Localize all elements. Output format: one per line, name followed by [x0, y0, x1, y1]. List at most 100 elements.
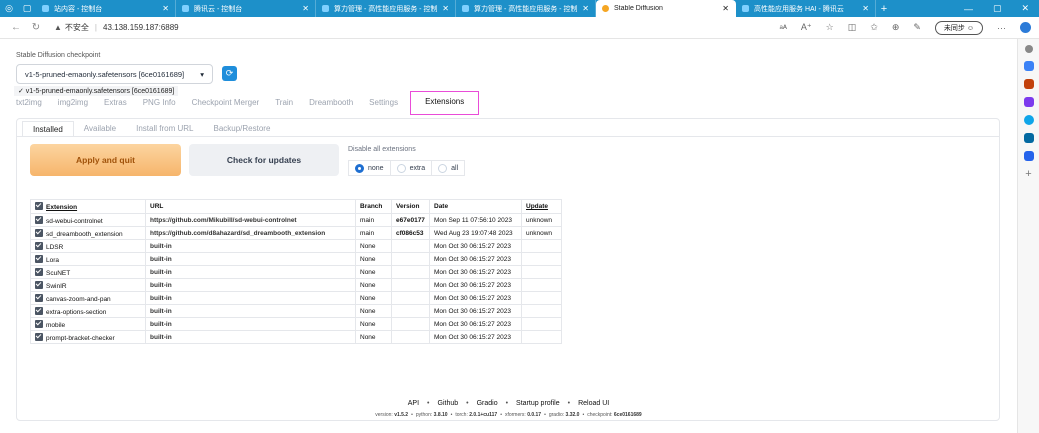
cell-url[interactable]: built-in [145, 330, 356, 344]
enable-checkbox[interactable] [35, 228, 43, 237]
cell-url[interactable]: https://github.com/d8ahazard/sd_dreamboo… [145, 226, 356, 240]
tab-img2img[interactable]: img2img [58, 95, 88, 111]
favorites-bar-icon[interactable]: ✩ [870, 22, 878, 33]
browser-tabbar: ◎ ▢ 站内容 - 控制台 ✕ 腾讯云 - 控制台 ✕ 算力管理 - 高性能应用服务 -… [0, 0, 1039, 17]
tab-extensions[interactable]: Extensions [410, 91, 480, 115]
browser-tab[interactable]: 算力管理 - 高性能应用服务 - 控制台 ✕ [316, 0, 456, 17]
subtab-backup-restore[interactable]: Backup/Restore [203, 121, 280, 137]
footer-link-reload-ui[interactable]: Reload UI [578, 400, 609, 407]
split-screen-icon[interactable]: ◫ [848, 22, 857, 33]
games-icon[interactable] [1023, 97, 1034, 107]
favorite-icon[interactable]: ☆ [826, 22, 834, 33]
enable-checkbox[interactable] [35, 332, 43, 341]
cell-url[interactable]: https://github.com/Mikubill/sd-webui-con… [145, 213, 356, 227]
apply-and-quit-button[interactable]: Apply and quit [30, 144, 181, 176]
radio-dot[interactable] [355, 163, 364, 173]
tab-png-info[interactable]: PNG Info [143, 95, 176, 111]
radio-extra[interactable]: extra [390, 160, 433, 176]
subtab-available[interactable]: Available [74, 121, 126, 137]
close-tab-icon[interactable]: ✕ [722, 4, 729, 13]
checkpoint-select[interactable]: v1-5-pruned-emaonly.safetensors [6ce0161… [16, 64, 213, 84]
cell-url[interactable]: built-in [145, 239, 356, 253]
cell-url[interactable]: built-in [145, 317, 356, 331]
collections-icon[interactable]: ⊕ [892, 22, 900, 33]
cell-update: unknown [521, 226, 562, 240]
enable-checkbox[interactable] [35, 280, 43, 289]
close-tab-icon[interactable]: ✕ [302, 4, 309, 13]
extensions-icon[interactable]: ✎ [913, 22, 921, 33]
add-sidebar-icon[interactable]: + [1025, 169, 1031, 180]
close-tab-icon[interactable]: ✕ [162, 4, 169, 13]
refresh-checkpoint-button[interactable]: ⟳ [222, 66, 237, 81]
search-icon[interactable] [1024, 45, 1033, 53]
enable-checkbox[interactable] [35, 267, 43, 276]
copilot-icon[interactable] [1020, 22, 1031, 33]
radio-none[interactable]: none [348, 160, 391, 176]
close-tab-icon[interactable]: ✕ [582, 4, 589, 13]
tab-extras[interactable]: Extras [104, 95, 127, 111]
enable-checkbox[interactable] [35, 254, 43, 263]
back-icon[interactable]: ← [8, 22, 24, 33]
enable-checkbox[interactable] [35, 293, 43, 302]
maximize-icon[interactable]: ▢ [993, 3, 1002, 14]
radio-dot[interactable] [438, 163, 448, 173]
table-row: LDSR built-in None Mon Oct 30 06:15:27 2023 [30, 239, 562, 253]
cell-url[interactable]: built-in [145, 291, 356, 305]
header-update[interactable]: Update [521, 199, 562, 214]
office-icon[interactable] [1023, 115, 1034, 125]
footer-link-github[interactable]: Github [438, 400, 459, 407]
enable-checkbox[interactable] [35, 319, 43, 328]
tab-txt2img[interactable]: txt2img [16, 95, 42, 111]
browser-tab[interactable]: Stable Diffusion ✕ [596, 0, 736, 17]
tab-train[interactable]: Train [275, 95, 293, 111]
cell-version [391, 291, 430, 305]
browser-tab[interactable]: 高性能应用服务 HAI - 腾讯云 ✕ [736, 0, 876, 17]
outlook-icon[interactable] [1023, 133, 1034, 143]
subtab-installed[interactable]: Installed [22, 121, 74, 137]
tab-label: 腾讯云 - 控制台 [194, 5, 243, 13]
tab-dreambooth[interactable]: Dreambooth [309, 95, 353, 111]
shopping-icon[interactable] [1023, 61, 1034, 71]
radio-all[interactable]: all [432, 160, 466, 176]
browser-tab[interactable]: 腾讯云 - 控制台 ✕ [176, 0, 316, 17]
enable-checkbox[interactable] [35, 241, 43, 250]
footer-link-startup-profile[interactable]: Startup profile [516, 400, 560, 407]
new-tab-icon[interactable]: + [876, 0, 892, 17]
cell-url[interactable]: built-in [145, 265, 356, 279]
tools-icon[interactable] [1023, 79, 1034, 89]
cell-url[interactable]: built-in [145, 278, 356, 292]
url-field[interactable]: 43.138.159.187:6889 [103, 23, 179, 32]
browser-profile-icon[interactable]: ◎ [0, 0, 18, 17]
radio-dot[interactable] [396, 163, 406, 173]
tab-actions-icon[interactable]: ▢ [18, 0, 36, 17]
tab-settings[interactable]: Settings [369, 95, 398, 111]
footer-separator: • [450, 412, 453, 418]
browser-tab[interactable]: 算力管理 - 高性能应用服务 - 控制台 ✕ [456, 0, 596, 17]
close-window-icon[interactable]: ✕ [1021, 3, 1029, 14]
more-icon[interactable]: ··· [997, 23, 1006, 33]
close-tab-icon[interactable]: ✕ [862, 4, 869, 13]
cell-date: Mon Oct 30 06:15:27 2023 [429, 291, 522, 305]
sync-button[interactable]: 未同步 ☺ [934, 20, 983, 35]
close-tab-icon[interactable]: ✕ [442, 4, 449, 13]
header-extension[interactable]: Extension [30, 199, 146, 214]
subtab-install-from-url[interactable]: Install from URL [126, 121, 203, 137]
tab-favicon-icon [322, 5, 329, 12]
tab-checkpoint-merger[interactable]: Checkpoint Merger [192, 95, 260, 111]
refresh-icon[interactable]: ↻ [28, 22, 44, 33]
read-aloud-icon[interactable]: ᵃᴬ [779, 23, 786, 33]
security-indicator[interactable]: ▲ 不安全 [54, 22, 89, 33]
enable-checkbox[interactable] [35, 215, 43, 224]
minimize-icon[interactable]: — [964, 4, 973, 14]
send-icon[interactable] [1023, 151, 1034, 161]
footer-link-gradio[interactable]: Gradio [477, 400, 498, 407]
cell-url[interactable]: built-in [145, 304, 356, 318]
cell-date: Mon Oct 30 06:15:27 2023 [429, 239, 522, 253]
check-for-updates-button[interactable]: Check for updates [189, 144, 339, 176]
footer-link-api[interactable]: API [408, 400, 419, 407]
cell-url[interactable]: built-in [145, 252, 356, 266]
select-all-checkbox[interactable] [35, 202, 43, 210]
browser-tab[interactable]: 站内容 - 控制台 ✕ [36, 0, 176, 17]
text-size-icon[interactable]: A⁺ [801, 22, 812, 33]
enable-checkbox[interactable] [35, 306, 43, 315]
